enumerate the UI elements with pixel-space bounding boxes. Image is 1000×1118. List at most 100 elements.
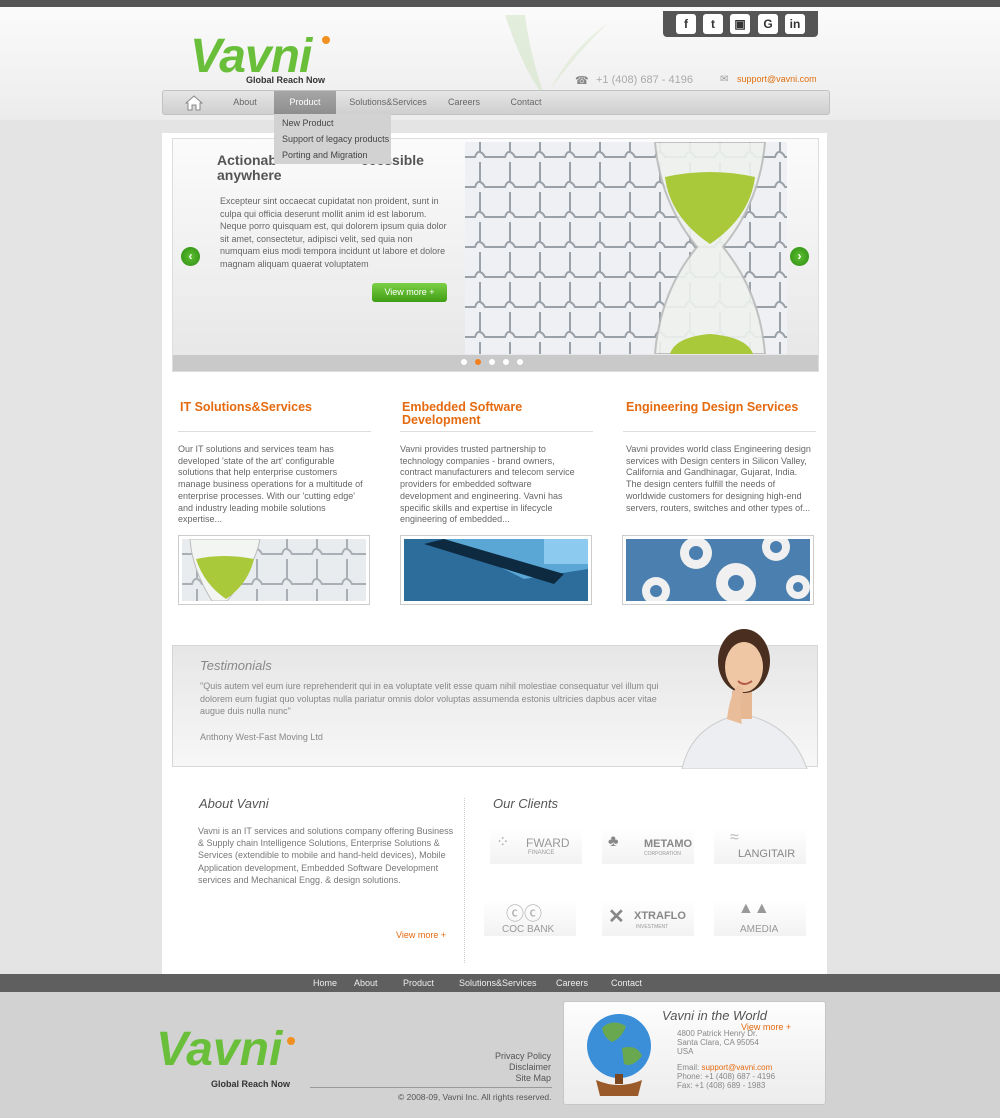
world-address-line: USA — [677, 1047, 694, 1056]
client-logo-xtraflo[interactable]: ✕ XTRAFLO INVESTMENT — [602, 900, 694, 936]
column-text-embedded: Vavni provides trusted partnership to te… — [400, 444, 575, 525]
slide-title-left: Actionab — [217, 152, 277, 168]
world-address-line: 4800 Patrick Henry Dr. — [677, 1029, 758, 1038]
nav-about[interactable]: About — [227, 91, 263, 114]
nav-solutions[interactable]: Solutions&Services — [346, 91, 430, 114]
nav-careers[interactable]: Careers — [442, 91, 486, 114]
divider — [623, 431, 816, 432]
logo-dot — [322, 36, 330, 44]
dropdown-item-porting[interactable]: Porting and Migration — [282, 150, 368, 160]
footer-link-sitemap[interactable]: Site Map — [515, 1073, 551, 1083]
google-icon[interactable]: G — [758, 14, 778, 34]
background-leaf-graphic — [505, 15, 608, 97]
column-title-engineering[interactable]: Engineering Design Services — [626, 401, 816, 414]
world-email-link[interactable]: support@vavni.com — [701, 1063, 772, 1072]
client-logo-metamo[interactable]: ♣ METAMO CORPORATION — [602, 828, 694, 864]
column-title-it-solutions[interactable]: IT Solutions&Services — [180, 401, 370, 414]
slider-dot-active[interactable] — [475, 359, 481, 365]
social-bar: f t ▣ G in — [663, 11, 818, 37]
facebook-icon[interactable]: f — [676, 14, 696, 34]
slider-dot[interactable] — [461, 359, 467, 365]
top-bar — [0, 0, 1000, 7]
footer-nav-careers[interactable]: Careers — [556, 974, 588, 992]
about-title: About Vavni — [199, 796, 269, 811]
slider-dot[interactable] — [489, 359, 495, 365]
footer-nav-about[interactable]: About — [354, 974, 378, 992]
slider-dot[interactable] — [517, 359, 523, 365]
testimonials-title: Testimonials — [200, 658, 272, 673]
wing-icon: ≈ — [730, 829, 739, 846]
footer-logo-tagline: Global Reach Now — [211, 1079, 291, 1089]
nav-home[interactable] — [181, 91, 207, 114]
header-phone: +1 (408) 687 - 4196 — [596, 74, 693, 86]
world-address-line: Santa Clara, CA 95054 — [677, 1038, 759, 1047]
slider-prev-arrow-icon[interactable]: ‹ — [181, 247, 200, 266]
mountain-icon: ▲▲ — [738, 900, 770, 917]
linkedin-icon[interactable]: in — [785, 14, 805, 34]
footer-link-privacy[interactable]: Privacy Policy — [495, 1051, 551, 1061]
slide-image — [465, 142, 787, 354]
world-email: Email: support@vavni.com — [677, 1063, 773, 1072]
footer-logo[interactable]: Vavni — [156, 1025, 282, 1075]
globe-icon — [587, 1014, 651, 1096]
footer-nav-home[interactable]: Home — [313, 974, 337, 992]
thumbnail-embedded[interactable] — [400, 535, 592, 605]
footer-logo-dot — [287, 1037, 295, 1045]
hero-slider: Actionab ccessible anywhere Excepteur sin… — [172, 138, 819, 372]
gears-image — [626, 539, 810, 601]
about-view-more-link[interactable]: View more + — [396, 930, 446, 940]
x-icon: ✕ — [608, 906, 625, 928]
header-email[interactable]: support@vavni.com — [737, 74, 817, 84]
clients-title: Our Clients — [493, 796, 559, 811]
world-fax: Fax: +1 (408) 689 - 1983 — [677, 1081, 766, 1090]
fward-icon: ⁘ — [496, 834, 510, 851]
product-dropdown-menu: New Product Support of legacy products P… — [274, 114, 391, 164]
slide-text: Excepteur sint occaecat cupidatat non pr… — [220, 196, 447, 269]
dropdown-item-legacy-support[interactable]: Support of legacy products — [282, 134, 389, 144]
testimonial-quote: "Quis autem vel eum iure reprehenderit q… — [200, 681, 659, 716]
divider — [178, 431, 371, 432]
column-text-engineering: Vavni provides world class Engineering d… — [626, 444, 811, 513]
mail-icon: ✉ — [720, 74, 729, 85]
nav-product[interactable]: Product — [274, 91, 336, 114]
world-title: Vavni in the World — [662, 1008, 768, 1023]
client-logo-fward[interactable]: ⁘ FWARD FINANCE — [490, 828, 582, 864]
divider — [400, 431, 593, 432]
client-logo-amedia[interactable]: ▲▲ AMEDIA — [714, 900, 806, 936]
slider-next-arrow-icon[interactable]: › — [790, 247, 809, 266]
copyright: © 2008-09, Vavni Inc. All rights reserve… — [398, 1092, 552, 1102]
thumbnail-it-solutions[interactable] — [178, 535, 370, 605]
client-logo-langitair[interactable]: ≈ LANGITAIR — [714, 828, 806, 864]
slide-view-more-button[interactable]: View more + — [372, 283, 447, 302]
world-box: Vavni in the World View more + 4800 Patr… — [563, 1001, 826, 1105]
logo-tagline: Global Reach Now — [246, 75, 326, 85]
hourglass-puzzle-image — [465, 142, 787, 354]
footer-nav-product[interactable]: Product — [403, 974, 434, 992]
circuit-board-image — [404, 539, 588, 601]
column-title-embedded[interactable]: Embedded Software Development — [402, 401, 592, 427]
footer: Vavni Global Reach Now Privacy Policy Di… — [0, 992, 1000, 1118]
vertical-divider — [464, 798, 465, 963]
hourglass-image — [182, 539, 366, 601]
slider-dot[interactable] — [503, 359, 509, 365]
column-text-it-solutions: Our IT solutions and services team has d… — [178, 444, 363, 525]
home-icon — [184, 95, 204, 111]
main-nav: About Product Solutions&Services Careers… — [162, 90, 830, 115]
slide-title-line2: anywhere — [217, 167, 282, 183]
footer-nav-contact[interactable]: Contact — [611, 974, 642, 992]
dropdown-item-new-product[interactable]: New Product — [282, 118, 334, 128]
twitter-icon[interactable]: t — [703, 14, 723, 34]
nav-contact[interactable]: Contact — [504, 91, 548, 114]
slider-pagination — [173, 355, 818, 371]
footer-link-disclaimer[interactable]: Disclaimer — [509, 1062, 551, 1072]
client-logo-cocbank[interactable]: ⓒⓒ COC BANK — [484, 900, 576, 936]
footer-divider — [310, 1087, 552, 1088]
youtube-icon[interactable]: ▣ — [730, 14, 750, 34]
testimonial-author: Anthony West-Fast Moving Ltd — [200, 732, 323, 742]
footer-nav: Home About Product Solutions&Services Ca… — [0, 974, 1000, 992]
leaf-icon: ♣ — [608, 833, 619, 850]
coc-icon: ⓒⓒ — [506, 904, 542, 924]
thumbnail-engineering[interactable] — [622, 535, 814, 605]
footer-nav-solutions[interactable]: Solutions&Services — [459, 974, 537, 992]
phone-icon: ☎ — [575, 75, 589, 87]
